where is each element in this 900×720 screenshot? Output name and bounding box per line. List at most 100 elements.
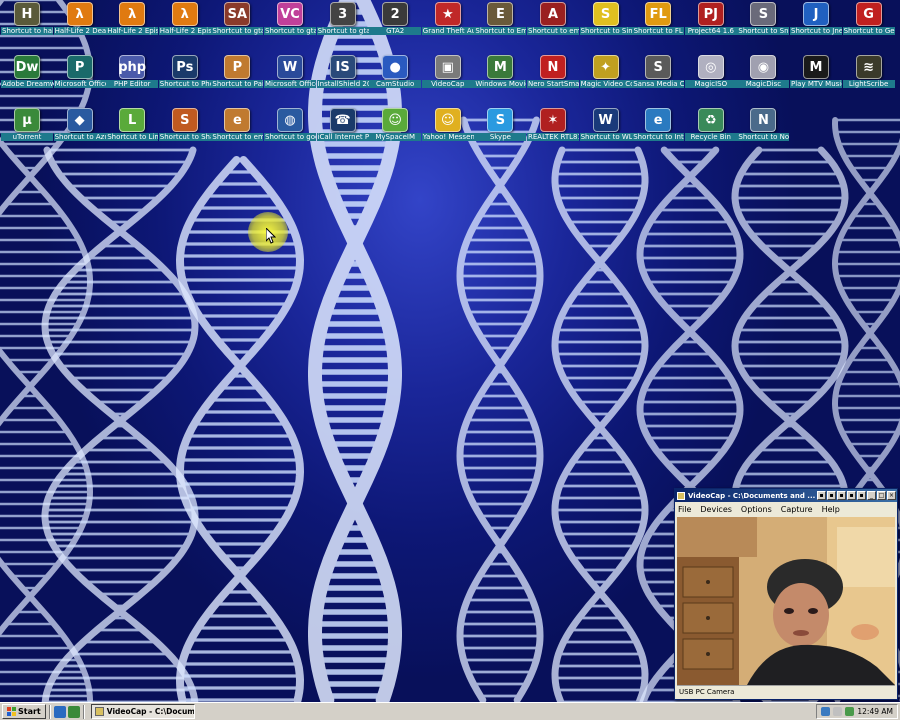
desktop-icon[interactable]: ◆Shortcut to Azureus bbox=[53, 108, 106, 158]
desktop-icon[interactable]: ☺Yahoo! Messenger bbox=[421, 108, 474, 158]
desktop-icon[interactable]: λHalf-Life 2 Episode Two bbox=[158, 2, 211, 52]
network-icon[interactable] bbox=[821, 707, 831, 716]
empires2-icon: A bbox=[540, 2, 566, 26]
desktop-icon[interactable]: SShortcut to Shareaza bbox=[158, 108, 211, 158]
gta-sa-icon: SA bbox=[224, 2, 251, 26]
windows-logo-icon bbox=[7, 707, 16, 716]
tray-app-icon[interactable] bbox=[845, 707, 855, 716]
desktop-icon-label: Shortcut to FL bbox=[632, 27, 685, 35]
half-life-icon: λ bbox=[119, 2, 146, 26]
internet-explorer-icon[interactable] bbox=[53, 705, 66, 718]
desktop-icon[interactable]: ☺ MySpaceIM bbox=[369, 108, 422, 158]
menu-help[interactable]: Help bbox=[822, 505, 840, 514]
desktop-icon[interactable]: AShortcut to empires2 bbox=[527, 2, 579, 52]
desktop-icon[interactable]: ☎iCall Internet Phone bbox=[316, 108, 369, 158]
videocap-titlebar[interactable]: VideoCap - C:\Documents and ... ▪ ▪ ▪ ▪ … bbox=[675, 489, 897, 502]
desktop-icon[interactable]: ISInstallShield 2009 bbox=[316, 55, 369, 105]
desktop-icon[interactable]: ✦Magic Video Converter bbox=[579, 55, 632, 105]
desktop-icon[interactable]: MPlay MTV Music G... bbox=[790, 55, 842, 105]
taskbar-button-videocap[interactable]: VideoCap - C:\Docum... bbox=[90, 704, 195, 719]
lightscribe-icon: ≋ bbox=[855, 55, 882, 79]
desktop-icon[interactable]: SSansa Media Converter bbox=[632, 55, 685, 105]
desktop-icon[interactable]: ≋ LightScribe bbox=[842, 55, 895, 105]
desktop-icon[interactable]: 2 GTA2 bbox=[369, 2, 422, 52]
installshield-icon: IS bbox=[329, 55, 356, 79]
half-life-icon: λ bbox=[171, 2, 198, 26]
desktop-icon[interactable]: µ uTorrent bbox=[1, 108, 53, 158]
fl-studio-icon: FL bbox=[645, 2, 672, 26]
desktop-icon[interactable]: NNero StartSmart bbox=[527, 55, 579, 105]
desktop-icon[interactable]: ● CamStudio bbox=[369, 55, 422, 105]
gta3-icon: 3 bbox=[329, 2, 356, 26]
photoshop-icon: Ps bbox=[171, 55, 198, 79]
desktop-icon[interactable]: MWindows Movie Maker bbox=[474, 55, 527, 105]
desktop-icon[interactable]: LShortcut to LimeWire bbox=[106, 108, 159, 158]
wlanutl-icon: W bbox=[592, 108, 619, 132]
quick-launch bbox=[53, 705, 80, 718]
desktop-icon[interactable]: λHalf-Life 2 Episode One bbox=[106, 2, 159, 52]
menu-file[interactable]: File bbox=[678, 505, 691, 514]
clock[interactable]: 12:49 AM bbox=[857, 707, 893, 716]
videocap-status-bar: USB PC Camera bbox=[677, 685, 895, 698]
desktop-icon[interactable]: php PHP Editor bbox=[106, 55, 159, 105]
desktop-icon[interactable]: PMicrosoft Office Publ... bbox=[53, 55, 106, 105]
halo-icon: H bbox=[14, 2, 40, 26]
desktop-icon-label: VideoCap bbox=[421, 80, 474, 88]
desktop-icon[interactable]: PShortcut to Paint Shop... bbox=[211, 55, 264, 105]
desktop-icon-label: Shortcut to gta-vc bbox=[264, 27, 316, 35]
desktop-icon[interactable]: SShortcut to Snes9X bbox=[737, 2, 790, 52]
videocap-window[interactable]: VideoCap - C:\Documents and ... ▪ ▪ ▪ ▪ … bbox=[674, 488, 898, 700]
desktop-icon[interactable]: S Skype bbox=[474, 108, 527, 158]
desktop-icon[interactable]: WShortcut to WLANUTL bbox=[579, 108, 632, 158]
start-button[interactable]: Start bbox=[2, 704, 46, 719]
show-desktop-icon[interactable] bbox=[67, 705, 80, 718]
desktop-icon[interactable]: ♻ Recycle Bin bbox=[684, 108, 737, 158]
minimize-icon[interactable]: _ bbox=[867, 491, 876, 500]
desktop-icon-label: Half-Life 2 Episode Two bbox=[158, 27, 211, 35]
desktop-icon[interactable]: PJ Project64 1.6 bbox=[684, 2, 737, 52]
gta-vc-icon: VC bbox=[277, 2, 303, 26]
desktop-icon[interactable]: PsShortcut to Photoshop bbox=[158, 55, 211, 105]
desktop-icon[interactable]: ★Grand Theft Auto bbox=[421, 2, 474, 52]
desktop-icon-label: Shortcut to NoCharge bbox=[737, 133, 790, 141]
close-icon[interactable]: × bbox=[887, 491, 896, 500]
desktop-icon-label: CamStudio bbox=[369, 80, 422, 88]
desktop-icon[interactable]: SAShortcut to gta_sa bbox=[211, 2, 264, 52]
desktop-icon[interactable]: λHalf-Life 2 Deathmatch bbox=[53, 2, 106, 52]
window-tool-button[interactable]: ▪ bbox=[837, 491, 846, 500]
desktop-icon[interactable]: H Shortcut to halo bbox=[1, 2, 53, 52]
desktop-icon[interactable]: eShortcut to emule bbox=[211, 108, 264, 158]
desktop-icon[interactable]: EShortcut to Empire Earth bbox=[474, 2, 527, 52]
paint-shop-icon: P bbox=[224, 55, 251, 79]
desktop-icon[interactable]: ◍Shortcut to googleearth bbox=[264, 108, 316, 158]
menu-devices[interactable]: Devices bbox=[700, 505, 732, 514]
desktop-icon[interactable]: NShortcut to NoCharge bbox=[737, 108, 790, 158]
window-tool-button[interactable]: ▪ bbox=[857, 491, 866, 500]
emule-icon: e bbox=[224, 108, 251, 132]
desktop-icon[interactable]: SShortcut to Simpsons bbox=[579, 2, 632, 52]
desktop-icon[interactable]: eShortcut to Internet bbox=[632, 108, 685, 158]
desktop-icon-label: MagicISO bbox=[684, 80, 737, 88]
desktop-icon[interactable]: ◉ MagicDisc bbox=[737, 55, 790, 105]
menu-capture[interactable]: Capture bbox=[781, 505, 813, 514]
desktop-icon[interactable]: J Shortcut to Jnes bbox=[790, 2, 842, 52]
desktop-icon[interactable]: 3Shortcut to gta3 bbox=[316, 2, 369, 52]
desktop-icon[interactable]: VCShortcut to gta-vc bbox=[264, 2, 316, 52]
menu-options[interactable]: Options bbox=[741, 505, 772, 514]
volume-icon[interactable] bbox=[833, 707, 843, 716]
desktop-icon[interactable]: ▣ VideoCap bbox=[421, 55, 474, 105]
azureus-icon: ◆ bbox=[66, 108, 93, 132]
desktop-icon[interactable]: ◎ MagicISO bbox=[684, 55, 737, 105]
window-tool-button[interactable]: ▪ bbox=[817, 491, 826, 500]
desktop-icon[interactable]: FL Shortcut to FL bbox=[632, 2, 685, 52]
desktop-icon[interactable]: GShortcut to Gens32 bbox=[842, 2, 895, 52]
desktop-icon-label: Half-Life 2 Deathmatch bbox=[53, 27, 106, 35]
window-tool-button[interactable]: ▪ bbox=[827, 491, 836, 500]
desktop-icon[interactable]: WMicrosoft Office W... bbox=[264, 55, 316, 105]
desktop-icon[interactable]: ✶REALTEK RTL8185 ... bbox=[527, 108, 579, 158]
gta-flag-icon: ★ bbox=[434, 2, 461, 26]
window-tool-button[interactable]: ▪ bbox=[847, 491, 856, 500]
gta2-icon: 2 bbox=[382, 2, 409, 26]
desktop-icon[interactable]: DwAdobe Dreamwea... bbox=[1, 55, 53, 105]
maximize-icon[interactable]: □ bbox=[877, 491, 886, 500]
